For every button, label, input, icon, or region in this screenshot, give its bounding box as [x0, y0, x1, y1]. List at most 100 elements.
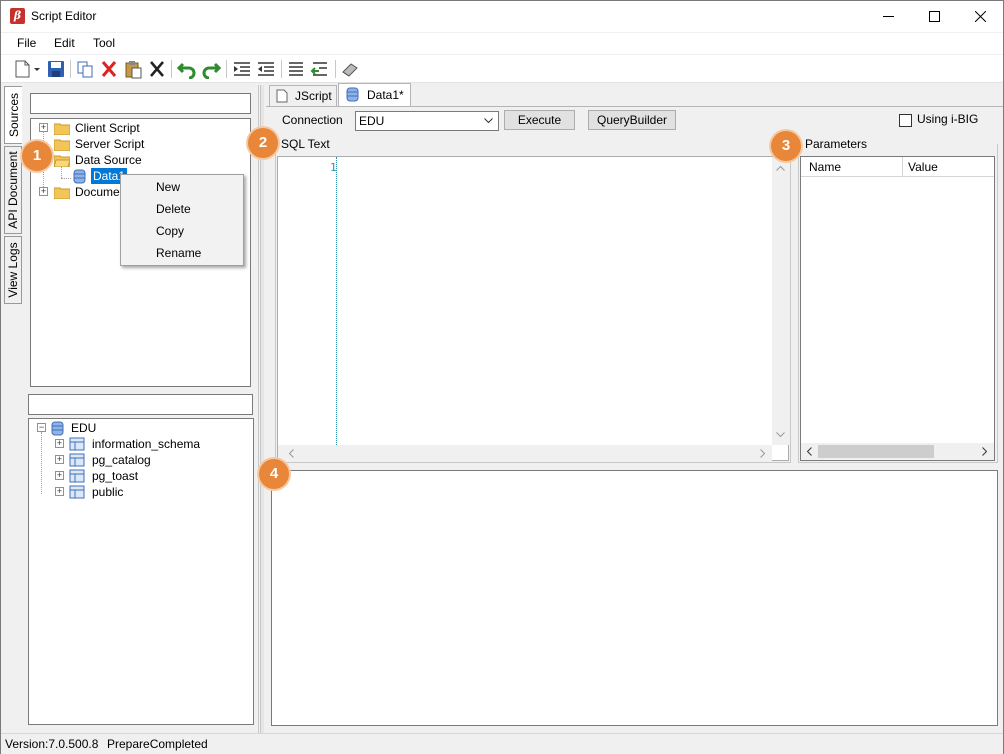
expand-icon[interactable]: +: [39, 123, 48, 132]
tab-data1[interactable]: Data1*: [338, 83, 411, 106]
menu-bar: File Edit Tool: [1, 33, 1003, 54]
using-ibig-checkbox[interactable]: [899, 114, 912, 127]
expand-icon[interactable]: +: [55, 455, 64, 464]
minimize-button[interactable]: [865, 1, 911, 32]
app-logo-icon: β: [10, 8, 25, 24]
expand-icon[interactable]: +: [55, 439, 64, 448]
context-menu-rename[interactable]: Rename: [156, 246, 201, 260]
paste-button[interactable]: [123, 59, 143, 79]
copy-icon: [77, 61, 93, 78]
expand-icon[interactable]: +: [39, 187, 48, 196]
undo-button[interactable]: [176, 59, 197, 80]
indent-icon: [234, 62, 250, 76]
insert-button[interactable]: [310, 59, 330, 79]
querybuilder-button[interactable]: QueryBuilder: [588, 110, 676, 130]
save-icon: [48, 61, 64, 77]
maximize-button[interactable]: [911, 1, 957, 32]
cut-button[interactable]: [99, 59, 119, 79]
tree-item-label: Docume: [75, 185, 120, 199]
context-menu-delete[interactable]: Delete: [156, 202, 191, 216]
schema-item-information-schema[interactable]: + information_schema: [54, 436, 254, 452]
save-button[interactable]: [46, 59, 66, 79]
parameters-header: Name Value: [801, 157, 994, 177]
paste-icon: [125, 61, 142, 79]
outdent-icon: [258, 62, 274, 76]
tab-data1-label: Data1*: [367, 88, 404, 102]
title-bar: β Script Editor: [1, 1, 1003, 32]
status-version: Version:7.0.500.8: [5, 737, 99, 751]
minimize-icon: [882, 16, 894, 17]
column-header-name[interactable]: Name: [809, 160, 841, 174]
align-lines-icon: [289, 62, 303, 76]
tab-jscript[interactable]: JScript: [269, 85, 337, 107]
source-filter-input[interactable]: [30, 93, 251, 114]
tree-item-server-script[interactable]: Server Script: [38, 136, 238, 152]
schema-item-pg-catalog[interactable]: + pg_catalog: [54, 452, 254, 468]
callout-badge-4: 4: [259, 459, 289, 489]
expand-icon[interactable]: +: [55, 471, 64, 480]
delete-button[interactable]: [147, 59, 167, 79]
new-document-icon: [15, 60, 40, 78]
redo-icon: [202, 62, 222, 80]
database-tree: − EDU + information_schema + pg_catalog …: [28, 418, 254, 725]
collapse-icon[interactable]: −: [37, 423, 46, 432]
tree-item-label: Data Source: [75, 153, 142, 167]
tab-api-document[interactable]: API Document: [4, 146, 22, 234]
schema-icon: [69, 437, 85, 451]
chevron-right-icon: [982, 447, 988, 456]
sql-horizontal-scrollbar[interactable]: [278, 445, 772, 461]
tree-item-client-script[interactable]: + Client Script: [38, 120, 238, 136]
scrollbar-thumb[interactable]: [818, 445, 934, 458]
outdent-button[interactable]: [256, 59, 276, 79]
database-icon: [51, 421, 64, 436]
redo-button[interactable]: [201, 59, 222, 80]
tree-item-label: Client Script: [75, 121, 140, 135]
status-bar: Version:7.0.500.8 PrepareCompleted: [1, 733, 1003, 754]
close-button[interactable]: [957, 1, 1003, 32]
result-panel: [271, 470, 998, 726]
callout-badge-2: 2: [248, 128, 278, 158]
folder-icon: [54, 187, 70, 199]
script-editor-window: β Script Editor File Edit Tool Sources A…: [0, 0, 1004, 754]
db-filter-input[interactable]: [28, 394, 253, 415]
db-tree-root[interactable]: − EDU: [36, 420, 246, 436]
schema-item-public[interactable]: + public: [54, 484, 254, 500]
connection-select[interactable]: EDU: [355, 111, 499, 131]
execute-button[interactable]: Execute: [504, 110, 575, 130]
database-icon: [73, 169, 86, 184]
format-button[interactable]: [286, 59, 306, 79]
tree-item-data-source[interactable]: Data Source: [38, 152, 238, 168]
tree-item-label: Server Script: [75, 137, 145, 151]
copy-button[interactable]: [75, 59, 95, 79]
indent-button[interactable]: [232, 59, 252, 79]
status-state: PrepareCompleted: [107, 737, 208, 751]
tab-view-logs[interactable]: View Logs: [4, 236, 22, 304]
insert-arrow-icon: [310, 62, 327, 76]
menu-tool[interactable]: Tool: [93, 36, 115, 50]
expand-icon[interactable]: +: [55, 487, 64, 496]
sql-editor[interactable]: 1: [277, 156, 789, 461]
new-document-button[interactable]: [13, 59, 43, 79]
context-menu-copy[interactable]: Copy: [156, 224, 184, 238]
chevron-up-icon: [776, 165, 785, 171]
database-icon: [346, 87, 359, 102]
sql-vertical-scrollbar[interactable]: [772, 157, 789, 445]
parameters-horizontal-scrollbar[interactable]: [801, 443, 994, 460]
chevron-down-icon: [484, 118, 493, 124]
folder-icon: [54, 139, 70, 151]
schema-item-pg-toast[interactable]: + pg_toast: [54, 468, 254, 484]
column-header-value[interactable]: Value: [908, 160, 938, 174]
eraser-button[interactable]: [340, 59, 360, 79]
menu-edit[interactable]: Edit: [54, 36, 75, 50]
schema-icon: [69, 485, 85, 499]
undo-icon: [176, 62, 196, 80]
context-menu-new[interactable]: New: [156, 180, 180, 194]
delete-icon: [150, 61, 164, 77]
tab-sources[interactable]: Sources: [4, 86, 22, 144]
callout-badge-1: 1: [22, 141, 52, 171]
vertical-splitter[interactable]: [260, 85, 264, 733]
schema-icon: [69, 453, 85, 467]
parameters-grid: Name Value: [800, 156, 995, 461]
callout-badge-3: 3: [771, 131, 801, 161]
menu-file[interactable]: File: [17, 36, 36, 50]
